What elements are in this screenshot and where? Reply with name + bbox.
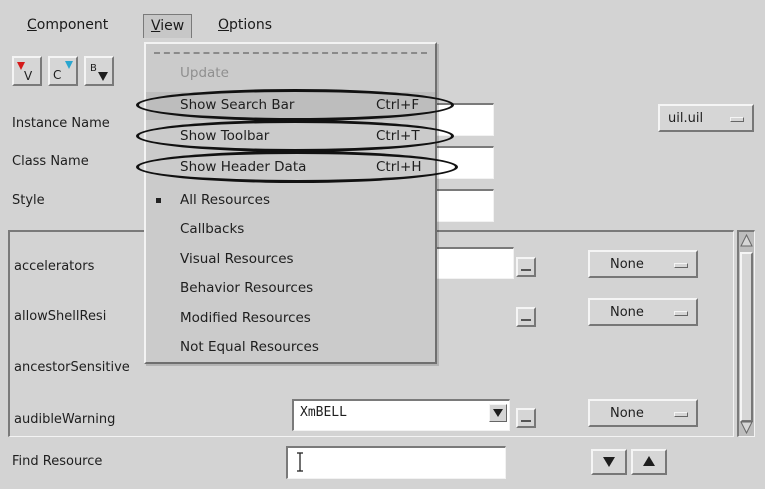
resource-option-menu[interactable]: None: [588, 399, 698, 427]
menu-item-show-search-bar-label: Show Search Bar: [180, 97, 295, 113]
resource-scrollbar[interactable]: [737, 230, 755, 437]
menu-item-behavior-resources[interactable]: Behavior Resources: [146, 275, 435, 303]
scroll-up-arrow-icon[interactable]: [740, 234, 753, 248]
resource-option-label: None: [610, 257, 644, 272]
menu-item-show-header-data-accelerator: Ctrl+H: [376, 159, 422, 175]
style-field[interactable]: [434, 189, 494, 222]
menu-component-label: omponent: [36, 17, 109, 33]
toolbar-v-button[interactable]: V: [12, 56, 42, 86]
resource-value-field[interactable]: [434, 247, 514, 279]
class-name-label: Class Name: [12, 154, 89, 169]
resource-value-text: XmBELL: [300, 405, 347, 420]
menu-item-show-toolbar-label: Show Toolbar: [180, 128, 270, 144]
option-indicator-icon: [674, 263, 688, 268]
edit-line-icon: [521, 319, 531, 321]
edit-line-icon: [521, 420, 531, 422]
menu-item-not-equal-resources[interactable]: Not Equal Resources: [146, 334, 435, 362]
resource-editor-window: Component View Options V C B Instance Na…: [0, 0, 765, 489]
c-widget-icon: C: [53, 61, 73, 82]
menu-item-all-resources-label: All Resources: [180, 192, 270, 208]
menu-item-show-header-data[interactable]: Show Header Data Ctrl+H: [146, 154, 435, 182]
option-indicator-icon: [674, 412, 688, 417]
menu-item-visual-resources[interactable]: Visual Resources: [146, 246, 435, 274]
text-cursor-icon: [297, 452, 303, 472]
instance-name-label: Instance Name: [12, 116, 110, 131]
toolbar-v-letter: V: [24, 69, 33, 83]
menu-options-mnemonic: O: [218, 17, 230, 33]
resource-option-menu[interactable]: None: [588, 298, 698, 326]
menu-item-not-equal-resources-label: Not Equal Resources: [180, 339, 319, 355]
menu-options[interactable]: Options: [211, 14, 279, 38]
find-next-button[interactable]: [591, 449, 627, 475]
resource-value-combo[interactable]: XmBELL: [292, 399, 510, 431]
resource-edit-button[interactable]: [516, 408, 536, 428]
menu-item-update-label: Update: [180, 65, 229, 81]
option-indicator-icon: [674, 311, 688, 316]
view-menu-dropdown: Update Show Search Bar Ctrl+F Show Toolb…: [144, 42, 437, 364]
menu-item-behavior-resources-label: Behavior Resources: [180, 280, 314, 296]
file-option-label: uil.uil: [668, 111, 704, 126]
toolbar-b-button[interactable]: B: [84, 56, 114, 86]
find-resource-label: Find Resource: [12, 454, 103, 469]
resource-name: audibleWarning: [14, 412, 116, 427]
menu-options-label: ptions: [229, 17, 273, 33]
menu-item-visual-resources-label: Visual Resources: [180, 251, 294, 267]
toolbar-b-letter: B: [90, 63, 97, 74]
menu-component[interactable]: Component: [20, 14, 115, 38]
toolbar-c-letter: C: [53, 68, 61, 82]
combo-arrow-button[interactable]: [489, 404, 507, 422]
find-resource-input[interactable]: [286, 446, 506, 479]
triangle-up-icon: [643, 456, 655, 466]
menu-item-modified-resources[interactable]: Modified Resources: [146, 305, 435, 333]
menu-item-all-resources[interactable]: All Resources: [146, 187, 435, 215]
menu-view-label: iew: [160, 18, 185, 34]
menu-view-mnemonic: V: [151, 18, 161, 34]
menu-item-show-header-data-label: Show Header Data: [180, 159, 307, 175]
resource-edit-button[interactable]: [516, 307, 536, 327]
menu-item-show-toolbar[interactable]: Show Toolbar Ctrl+T: [146, 123, 435, 151]
v-widget-icon: V: [17, 62, 33, 83]
menu-item-show-toolbar-accelerator: Ctrl+T: [376, 128, 420, 144]
resource-edit-button[interactable]: [516, 257, 536, 277]
instance-name-field[interactable]: [434, 103, 494, 136]
menu-item-callbacks[interactable]: Callbacks: [146, 216, 435, 244]
menubar: Component View Options: [0, 0, 765, 44]
tear-off-line[interactable]: [154, 52, 427, 54]
resource-option-label: None: [610, 406, 644, 421]
scroll-down-arrow-icon[interactable]: [740, 420, 753, 434]
class-name-field: [434, 146, 494, 179]
file-option-menu[interactable]: uil.uil: [658, 104, 754, 132]
menu-component-mnemonic: C: [27, 17, 37, 33]
b-widget-icon: B: [90, 63, 108, 81]
triangle-down-icon: [603, 457, 615, 467]
toolbar-c-button[interactable]: C: [48, 56, 78, 86]
menu-item-callbacks-label: Callbacks: [180, 221, 245, 237]
menu-item-show-search-bar[interactable]: Show Search Bar Ctrl+F: [146, 92, 435, 120]
option-indicator-icon: [730, 117, 744, 122]
resource-name: allowShellResi: [14, 309, 107, 324]
resource-name: ancestorSensitive: [14, 360, 130, 375]
resource-option-menu[interactable]: None: [588, 250, 698, 278]
triangle-down-icon: [493, 409, 503, 417]
menu-item-modified-resources-label: Modified Resources: [180, 310, 311, 326]
menu-item-update[interactable]: Update: [146, 60, 435, 88]
menu-view[interactable]: View: [143, 14, 193, 38]
resource-name: accelerators: [14, 259, 95, 274]
scrollbar-thumb[interactable]: [740, 252, 753, 422]
resource-option-label: None: [610, 305, 644, 320]
resource-row: audibleWarning XmBELL None: [10, 396, 733, 436]
style-label: Style: [12, 193, 45, 208]
radio-check-icon: [156, 198, 161, 203]
find-previous-button[interactable]: [631, 449, 667, 475]
menu-item-show-search-bar-accelerator: Ctrl+F: [376, 97, 420, 113]
edit-line-icon: [521, 269, 531, 271]
